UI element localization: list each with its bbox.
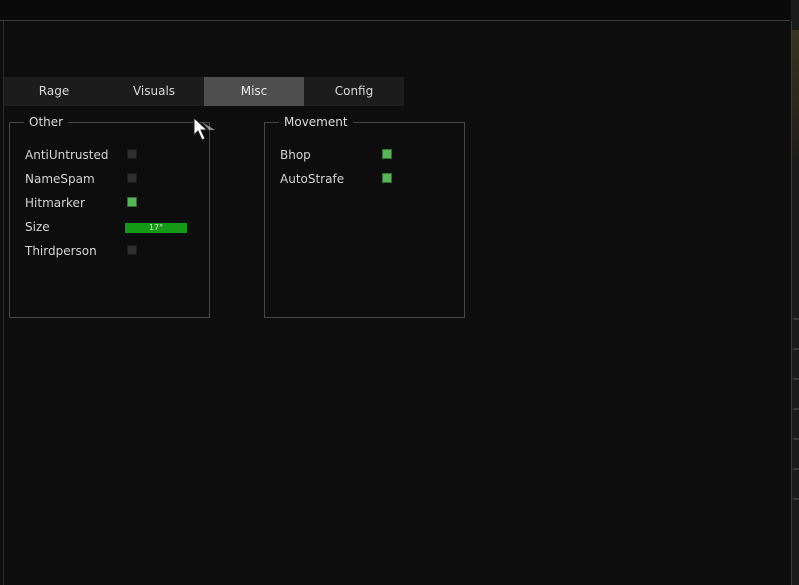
tab-misc[interactable]: Misc [204,77,304,106]
bhop-checkbox[interactable] [382,149,392,159]
option-label: Bhop [280,148,311,162]
option-label: AntiUntrusted [25,148,109,162]
size-slider[interactable]: 17° [125,223,187,233]
thirdperson-checkbox[interactable] [127,245,137,255]
option-label: Thirdperson [25,244,97,258]
tab-bar: Rage Visuals Misc Config [4,77,404,106]
option-size: Size 17° [25,219,205,235]
option-label: Size [25,220,50,234]
screen: Rage Visuals Misc Config Other AntiUntru… [0,0,799,585]
mouse-cursor-icon [193,117,215,141]
groupbox-other-title: Other [24,115,69,129]
background-decoration [791,30,799,170]
size-slider-value: 17° [148,223,164,232]
option-hitmarker: Hitmarker [25,195,205,211]
option-antiuntrusted: AntiUntrusted [25,147,205,163]
option-bhop: Bhop [280,147,460,163]
title-bar [0,0,790,21]
option-label: AutoStrafe [280,172,345,186]
option-label: NameSpam [25,172,95,186]
hitmarker-checkbox[interactable] [127,197,137,207]
namespam-checkbox[interactable] [127,173,137,183]
antiuntrusted-checkbox[interactable] [127,149,137,159]
tab-rage[interactable]: Rage [4,77,104,106]
groupbox-movement-title: Movement [279,115,353,129]
option-label: Hitmarker [25,196,85,210]
groupbox-other: Other AntiUntrusted NameSpam Hitmarker S… [9,115,210,318]
option-thirdperson: Thirdperson [25,243,205,259]
background-window-edge [791,0,799,585]
tab-visuals[interactable]: Visuals [104,77,204,106]
tab-config[interactable]: Config [304,77,404,106]
autostrafe-checkbox[interactable] [382,173,392,183]
background-decoration [793,300,799,520]
option-namespam: NameSpam [25,171,205,187]
option-autostrafe: AutoStrafe [280,171,460,187]
groupbox-movement: Movement Bhop AutoStrafe [264,115,465,318]
